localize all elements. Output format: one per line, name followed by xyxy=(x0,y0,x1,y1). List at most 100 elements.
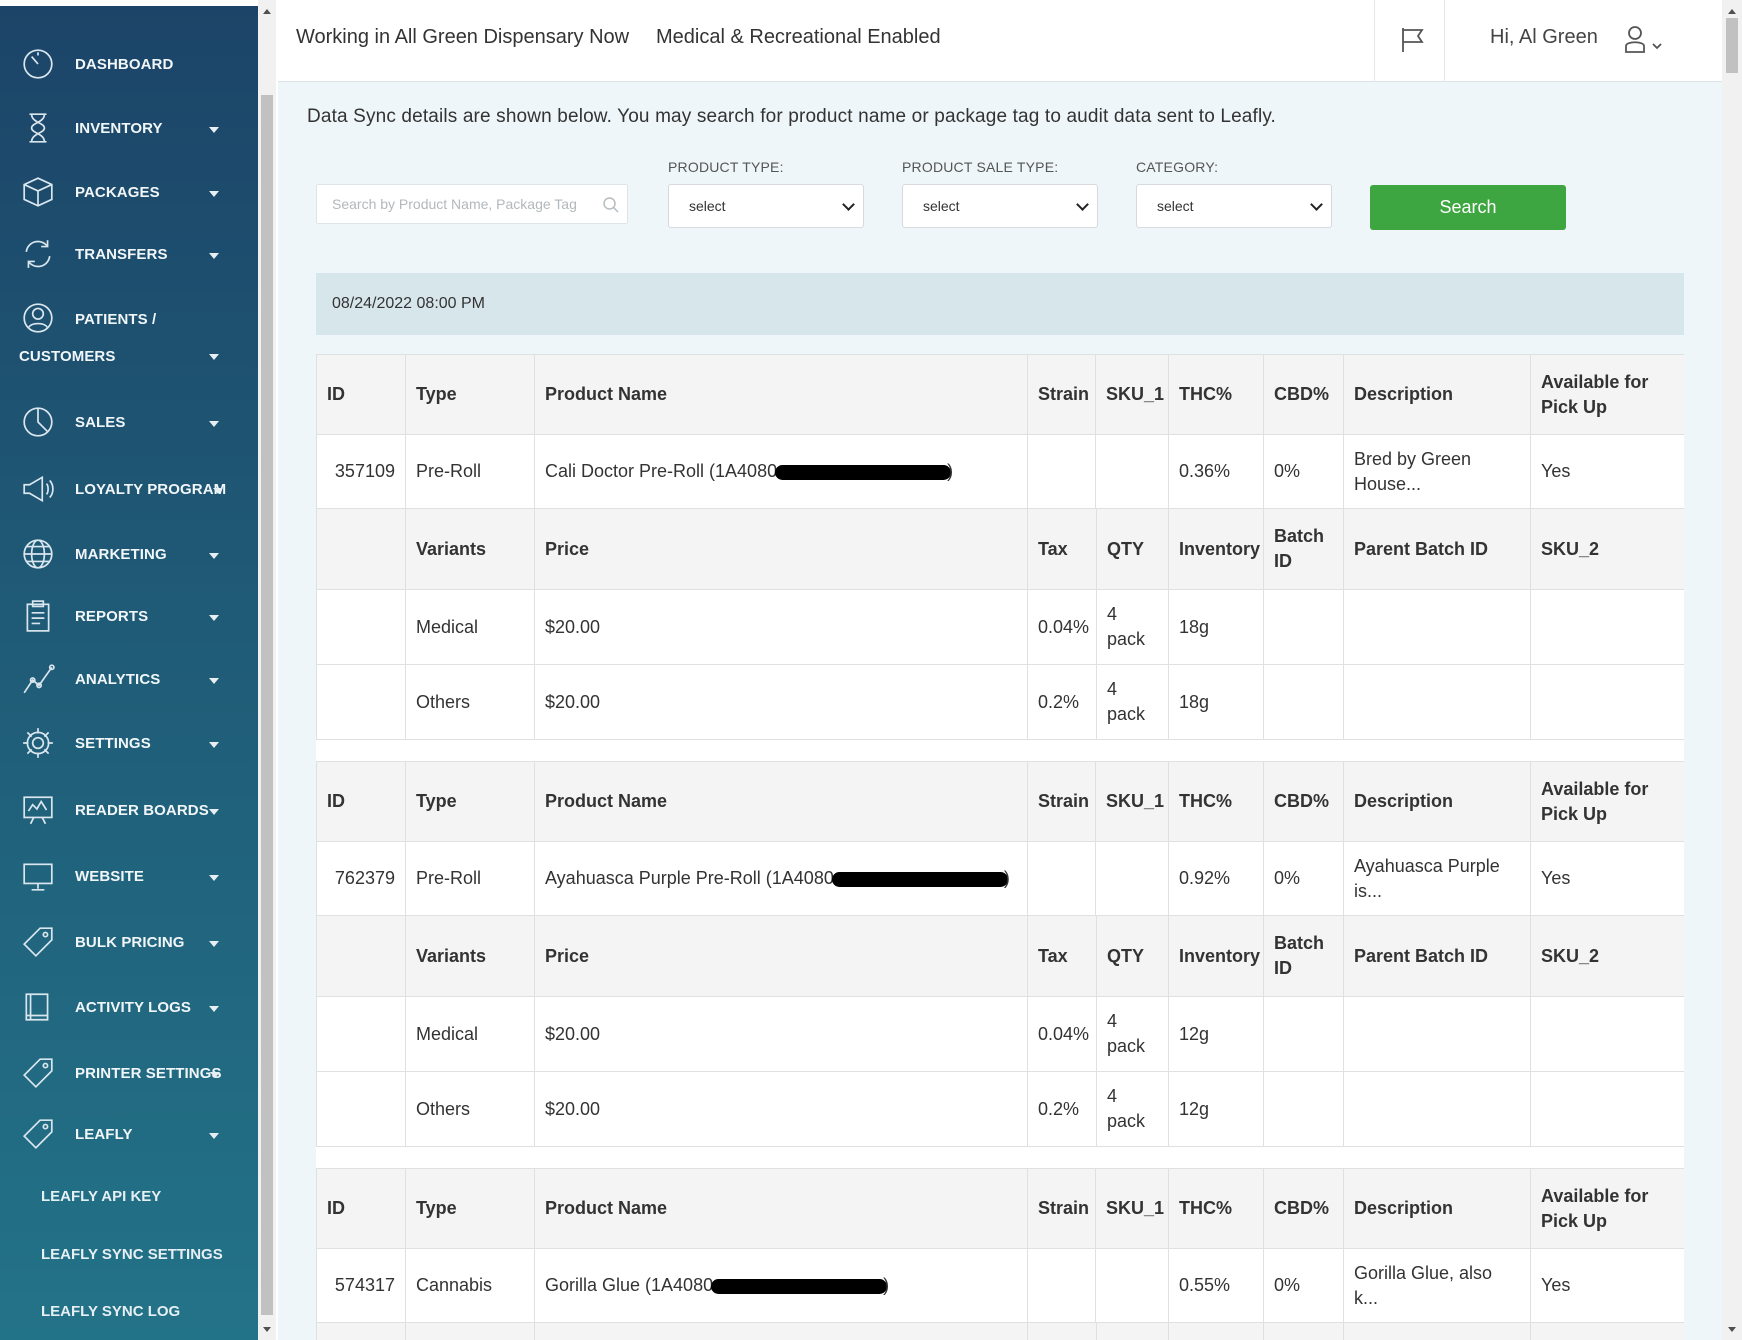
sidebar-item-loyalty-program[interactable]: LOYALTY PROGRAM xyxy=(0,469,258,509)
chevron-down-icon xyxy=(209,253,219,259)
product-row[interactable]: 762379 Pre-Roll Ayahuasca Purple Pre-Roll … xyxy=(316,841,1684,916)
sidebar-subitem-leafly-sync-log[interactable]: LEAFLY SYNC LOG xyxy=(41,1303,180,1320)
variant-row[interactable]: Others $20.00 0.2% 4 pack 18g xyxy=(316,664,1684,740)
variant-tax: 0.04% xyxy=(1038,1023,1090,1044)
megaphone-icon xyxy=(20,471,56,507)
variant-parent-batch-id xyxy=(1343,589,1531,665)
product-id: 357109 xyxy=(316,434,406,509)
clipboard-icon xyxy=(20,598,56,634)
scrollbar-thumb[interactable] xyxy=(261,95,273,1315)
sidebar-item-packages[interactable]: PACKAGES xyxy=(0,172,258,212)
sale-type-select[interactable]: select xyxy=(902,184,1098,228)
empty-cell xyxy=(316,508,406,590)
sidebar-item-activity-logs[interactable]: ACTIVITY LOGS xyxy=(0,987,258,1027)
sidebar-item-reader-boards[interactable]: READER BOARDS xyxy=(0,790,258,830)
sidebar-item-sales[interactable]: SALES xyxy=(0,402,258,442)
book-icon xyxy=(20,989,56,1025)
sidebar-subitem-leafly-api-key[interactable]: LEAFLY API KEY xyxy=(41,1188,161,1205)
variant-sku2 xyxy=(1530,996,1684,1072)
variant-inventory: 12g xyxy=(1168,996,1264,1072)
sidebar-item-printer-settings[interactable]: PRINTER SETTINGS xyxy=(0,1053,258,1093)
category-select[interactable]: select xyxy=(1136,184,1332,228)
variant-tax: 0.2% xyxy=(1038,691,1080,712)
product-name-text: Cali Doctor Pre-Roll (1A4080 xyxy=(545,461,778,481)
variant-row[interactable]: Medical $20.00 0.04% 4 pack 18g xyxy=(316,589,1684,665)
sidebar-item-transfers[interactable]: TRANSFERS xyxy=(0,234,258,274)
sidebar-item-bulk-pricing[interactable]: BULK PRICING xyxy=(0,922,258,962)
page-scrollbar[interactable] xyxy=(1722,0,1742,1340)
sidebar-item-dashboard[interactable]: DASHBOARD xyxy=(0,44,258,84)
column-header: Inventory xyxy=(1168,508,1264,590)
sidebar-item-website[interactable]: WEBSITE xyxy=(0,856,258,896)
column-header: SKU_1 xyxy=(1095,354,1169,435)
table-spacer xyxy=(316,739,1684,762)
sidebar-item-patients-customers[interactable]: PATIENTS / CUSTOMERS xyxy=(0,300,258,370)
variant-price: $20.00 xyxy=(534,589,1028,665)
empty-cell xyxy=(316,1071,406,1147)
variant-inventory: 18g xyxy=(1168,589,1264,665)
column-header: SKU_2 xyxy=(1530,508,1684,590)
scroll-up-arrow[interactable] xyxy=(258,3,276,19)
flag-icon[interactable] xyxy=(1400,26,1426,54)
pie-chart-icon xyxy=(20,404,56,440)
sidebar-item-reports[interactable]: REPORTS xyxy=(0,596,258,636)
scroll-down-arrow[interactable] xyxy=(1722,1321,1742,1337)
scrollbar-thumb[interactable] xyxy=(1726,18,1738,73)
sidebar-top-strip xyxy=(0,0,258,6)
chevron-down-icon xyxy=(213,488,223,494)
search-icon[interactable] xyxy=(602,196,620,214)
product-pickup: Yes xyxy=(1530,1248,1684,1323)
sidebar-item-analytics[interactable]: ANALYTICS xyxy=(0,659,258,699)
variant-header-row: VariantsPrice Tax QTYInventoryBatch IDPare… xyxy=(316,915,1684,997)
chevron-down-icon xyxy=(209,941,219,947)
variant-row[interactable]: Medical $20.00 0.04% 4 pack 12g xyxy=(316,996,1684,1072)
header-divider xyxy=(1444,0,1445,82)
variant-parent-batch-id xyxy=(1343,664,1531,740)
sidebar-item-leafly[interactable]: LEAFLY xyxy=(0,1114,258,1154)
sidebar-item-settings[interactable]: SETTINGS xyxy=(0,723,258,763)
intro-text: Data Sync details are shown below. You m… xyxy=(307,106,1276,127)
sidebar-item-label: READER BOARDS xyxy=(75,802,209,819)
product-id: 574317 xyxy=(316,1248,406,1323)
column-header: Product Name xyxy=(534,1168,1028,1249)
column-header: CBD% xyxy=(1263,1168,1344,1249)
empty-cell xyxy=(316,996,406,1072)
variant-qty: 4 pack xyxy=(1096,590,1168,664)
scroll-down-arrow[interactable] xyxy=(258,1321,276,1337)
sidebar-item-label: SETTINGS xyxy=(75,735,151,752)
sidebar-item-marketing[interactable]: MARKETING xyxy=(0,534,258,574)
sidebar-item-label: WEBSITE xyxy=(75,868,145,885)
tax-qty-header: TaxQTY xyxy=(1027,1322,1169,1340)
variant-row[interactable]: Others $20.00 0.2% 4 pack 12g xyxy=(316,1071,1684,1147)
product-row[interactable]: 574317 Cannabis Gorilla Glue (1A4080) 0.55%… xyxy=(316,1248,1684,1323)
column-header: Inventory xyxy=(1168,1322,1264,1340)
empty-cell xyxy=(316,664,406,740)
column-header: THC% xyxy=(1168,761,1264,842)
scroll-up-arrow[interactable] xyxy=(1722,3,1742,19)
sidebar-item-label: MARKETING xyxy=(75,546,167,563)
chevron-down-icon xyxy=(209,127,219,133)
column-header: Type xyxy=(405,354,535,435)
tag-icon xyxy=(20,924,56,960)
chevron-down-icon xyxy=(1310,198,1323,211)
user-menu-icon[interactable] xyxy=(1624,24,1668,54)
sidebar-item-inventory[interactable]: INVENTORY xyxy=(0,108,258,148)
chevron-down-icon xyxy=(210,1072,220,1078)
variant-price: $20.00 xyxy=(534,664,1028,740)
product-type-select[interactable]: select xyxy=(668,184,864,228)
search-button[interactable]: Search xyxy=(1370,185,1566,230)
product-pickup: Yes xyxy=(1530,841,1684,916)
chevron-down-icon xyxy=(842,198,855,211)
sidebar-scrollbar[interactable] xyxy=(258,0,276,1340)
column-header: SKU_1 xyxy=(1095,761,1169,842)
variant-parent-batch-id xyxy=(1343,996,1531,1072)
globe-icon xyxy=(20,536,56,572)
sidebar-subitem-leafly-sync-settings[interactable]: LEAFLY SYNC SETTINGS xyxy=(41,1246,223,1263)
user-icon xyxy=(20,300,56,336)
user-greeting[interactable]: Hi, Al Green xyxy=(1490,26,1598,49)
search-input[interactable] xyxy=(316,184,628,224)
variant-inventory: 18g xyxy=(1168,664,1264,740)
column-header: Tax xyxy=(1038,538,1068,559)
product-row[interactable]: 357109 Pre-Roll Cali Doctor Pre-Roll (1A40… xyxy=(316,434,1684,509)
product-strain xyxy=(1027,841,1096,916)
